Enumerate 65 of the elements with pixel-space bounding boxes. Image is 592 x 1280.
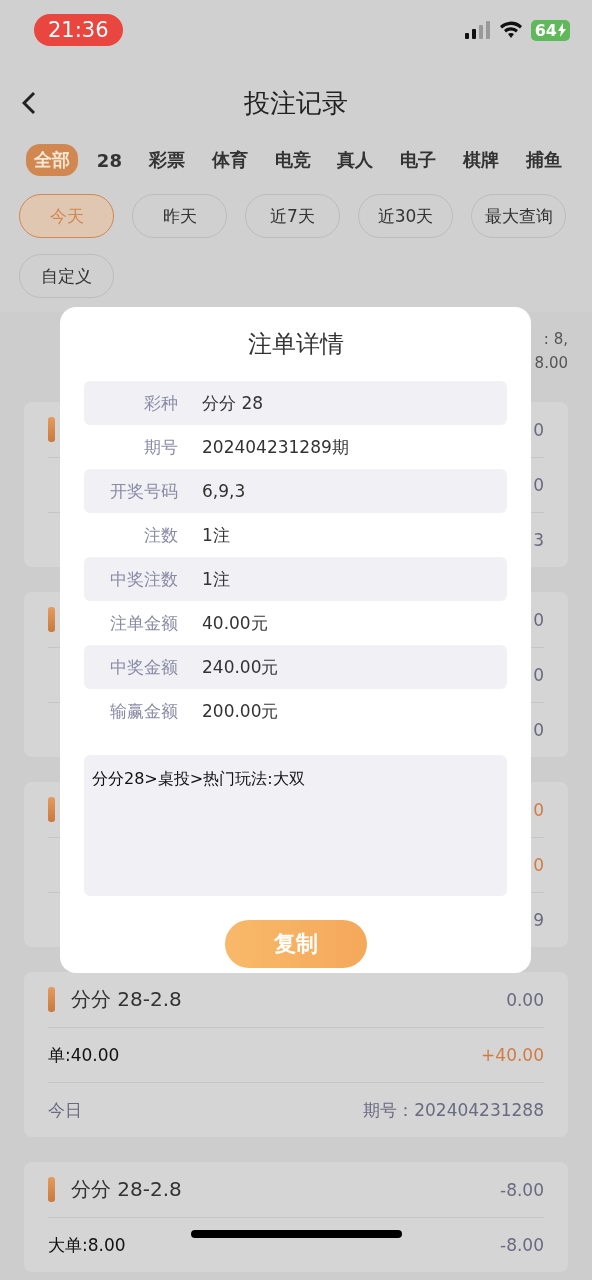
time: 21:36: [34, 14, 123, 46]
summary-text: 8.00: [534, 354, 568, 372]
page-title: 投注记录: [244, 86, 348, 120]
bet-content-field[interactable]: 分分28>桌投>热门玩法:大双: [84, 755, 507, 896]
accent-bar: [48, 797, 55, 822]
bet-text: 大单:8.00: [48, 1233, 126, 1257]
record-title: 分分 28-2.8: [71, 986, 182, 1013]
detail-value: 1注: [202, 567, 230, 591]
record-amount: -8.00: [500, 1179, 544, 1200]
summary-text: : 8,: [543, 330, 568, 348]
issue-number: 9: [533, 910, 544, 930]
payout-amount: 0: [533, 475, 544, 495]
date-filter-button[interactable]: 自定义: [19, 254, 114, 298]
issue-number: 3: [533, 530, 544, 550]
date-filter-button[interactable]: 最大查询: [471, 194, 566, 238]
payout-amount: 0: [533, 665, 544, 685]
category-tab[interactable]: 棋牌: [455, 144, 508, 176]
issue-number: 期号：202404231288: [363, 1098, 544, 1122]
detail-label: 注数: [143, 523, 178, 547]
battery-icon: 64: [530, 19, 570, 41]
record-card[interactable]: 分分 28-2.8 0.00 单:40.00 +40.00 今日 期号：202404231288: [24, 972, 568, 1137]
record-title: 分分 28-2.8: [71, 1176, 182, 1203]
payout-amount: -8.00: [500, 1235, 544, 1255]
accent-bar: [48, 417, 55, 442]
wifi-icon: [498, 21, 523, 39]
detail-label: 输赢金额: [109, 699, 178, 723]
record-amount: 0.00: [506, 989, 544, 1010]
category-tab[interactable]: 真人: [329, 144, 382, 176]
category-tab[interactable]: 28: [88, 145, 130, 175]
payout-amount: +40.00: [481, 1045, 544, 1065]
record-date: 今日: [48, 1098, 82, 1122]
bet-text: 单:40.00: [48, 1043, 120, 1067]
detail-label: 中奖金额: [109, 655, 178, 679]
record-amount: 0: [533, 419, 544, 440]
record-amount: 0: [533, 609, 544, 630]
record-card[interactable]: 分分 28-2.8 -8.00 大单:8.00 -8.00: [24, 1162, 568, 1272]
signal-icon: [464, 21, 491, 39]
detail-label: 中奖注数: [109, 567, 178, 591]
detail-label: 彩种: [143, 391, 178, 415]
category-tab[interactable]: 电子: [392, 144, 445, 176]
category-tab[interactable]: 捕鱼: [517, 144, 570, 176]
issue-number: 0: [533, 720, 544, 740]
detail-label: 开奖号码: [109, 479, 178, 503]
back-icon[interactable]: [22, 91, 36, 115]
date-filter-button[interactable]: 近7天: [245, 194, 340, 238]
detail-value: 1注: [202, 523, 230, 547]
category-tab[interactable]: 彩票: [140, 144, 193, 176]
detail-value: 202404231289期: [202, 435, 349, 459]
category-tab[interactable]: 电竞: [266, 144, 319, 176]
category-tab[interactable]: 体育: [203, 144, 256, 176]
payout-amount: 0: [533, 855, 544, 875]
detail-label: 期号: [143, 435, 178, 459]
detail-value: 240.00元: [202, 655, 279, 679]
dialog-title: 注单详情: [246, 329, 345, 360]
detail-value: 200.00元: [202, 699, 279, 723]
detail-value: 6,9,3: [202, 481, 246, 501]
accent-bar: [48, 607, 55, 632]
detail-value: 40.00元: [202, 611, 268, 635]
detail-value: 分分 28: [202, 391, 264, 415]
record-amount: 0: [533, 799, 544, 820]
accent-bar: [48, 1177, 55, 1202]
accent-bar: [48, 987, 55, 1012]
date-filter-button[interactable]: 近30天: [358, 194, 453, 238]
date-filter-button[interactable]: 昨天: [132, 194, 227, 238]
detail-label: 注单金额: [109, 611, 178, 635]
